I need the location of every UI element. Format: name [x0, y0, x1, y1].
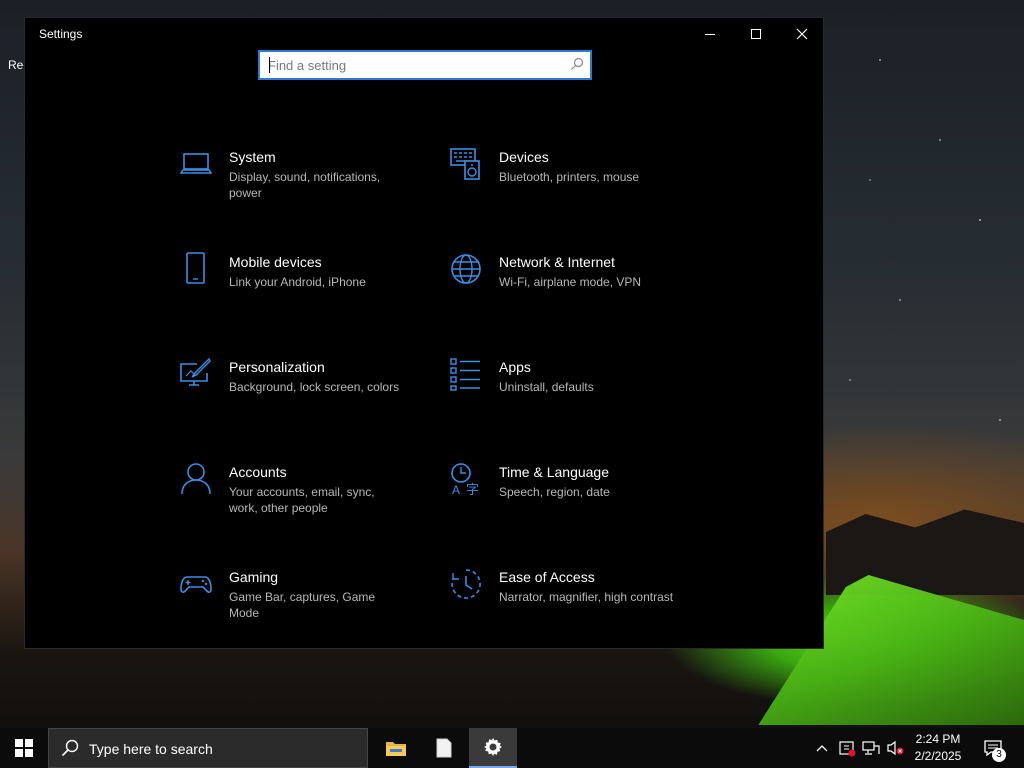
taskbar-search-box[interactable]: Type here to search [48, 728, 368, 768]
settings-category-accounts[interactable]: Accounts Your accounts, email, sync, wor… [179, 462, 419, 532]
folder-icon [386, 742, 406, 756]
category-name: Gaming [229, 569, 279, 585]
security-tray-button[interactable] [836, 728, 858, 768]
taskbar-search-placeholder: Type here to search [89, 741, 213, 757]
settings-search-input[interactable] [268, 56, 558, 74]
windows-logo-icon [15, 739, 33, 757]
settings-window: Settings System Display, sound, notifica… [24, 17, 824, 649]
laptop-icon [179, 153, 213, 174]
category-name: Accounts [229, 464, 287, 480]
category-name: Personalization [229, 359, 325, 375]
gamepad-icon [180, 576, 212, 593]
paintbrush-monitor-icon [180, 357, 211, 386]
category-name: Mobile devices [229, 254, 322, 270]
category-name: Ease of Access [499, 569, 595, 585]
maximize-button[interactable] [733, 18, 779, 50]
notepad-taskbar-button[interactable] [420, 728, 468, 768]
category-name: Apps [499, 359, 531, 375]
category-description: Narrator, magnifier, high contrast [499, 590, 674, 604]
volume-muted-icon [887, 740, 904, 756]
minimize-button[interactable] [687, 18, 733, 50]
network-tray-button[interactable] [860, 728, 882, 768]
settings-category-apps[interactable]: Apps Uninstall, defaults [449, 357, 689, 427]
wallpaper-mountain [826, 509, 1024, 595]
gear-icon [484, 738, 502, 756]
category-name: System [229, 149, 276, 165]
category-description: Link your Android, iPhone [229, 275, 366, 289]
category-description: Bluetooth, printers, mouse [499, 170, 640, 184]
close-button[interactable] [779, 18, 825, 50]
file-explorer-taskbar-button[interactable] [372, 728, 420, 768]
taskbar-clock[interactable]: 2:24 PM 2/2/2025 [906, 731, 970, 765]
ease-of-access-icon [451, 569, 481, 599]
category-description: Wi-Fi, airplane mode, VPN [499, 275, 642, 289]
category-description: Display, sound, notifications, power [229, 170, 381, 200]
close-icon [796, 28, 808, 40]
settings-category-mobile-devices[interactable]: Mobile devices Link your Android, iPhone [179, 252, 419, 322]
category-description: Your accounts, email, sync, work, other … [229, 485, 375, 515]
clock-time: 2:24 PM [915, 732, 961, 746]
settings-category-personalization[interactable]: Personalization Background, lock screen,… [179, 357, 419, 427]
minimize-icon [705, 34, 715, 35]
taskbar: Type here to search 2:24 PM 2/2/2025 3 [0, 728, 1024, 768]
settings-taskbar-button[interactable] [469, 728, 517, 768]
globe-icon [451, 254, 481, 284]
clock-date: 2/2/2025 [914, 749, 962, 763]
category-description: Speech, region, date [499, 485, 610, 499]
document-icon [436, 738, 452, 758]
action-center-button[interactable] [978, 728, 1008, 768]
settings-category-system[interactable]: System Display, sound, notifications, po… [179, 147, 419, 217]
keyboard-speaker-icon [450, 148, 480, 180]
window-title: Settings [39, 27, 83, 41]
settings-category-time-language[interactable]: A 字 Time & Language Speech, region, date [449, 462, 689, 532]
settings-category-network[interactable]: Network & Internet Wi-Fi, airplane mode,… [449, 252, 689, 322]
svg-text:A: A [452, 483, 460, 496]
clock-language-icon: A 字 [451, 463, 479, 496]
apps-list-icon [450, 358, 480, 391]
settings-search-box[interactable] [258, 50, 592, 80]
person-icon [181, 463, 211, 495]
category-name: Devices [499, 149, 549, 165]
category-name: Time & Language [499, 464, 609, 480]
title-bar[interactable]: Settings [25, 18, 823, 50]
network-wired-icon [862, 741, 880, 755]
volume-tray-button[interactable] [884, 728, 906, 768]
category-description: Uninstall, defaults [499, 380, 594, 394]
maximize-icon [751, 29, 761, 39]
phone-icon [186, 252, 205, 284]
start-button[interactable] [0, 728, 48, 768]
category-description: Background, lock screen, colors [229, 380, 400, 394]
search-icon [61, 739, 79, 757]
category-name: Network & Internet [499, 254, 615, 270]
notification-count-badge: 3 [992, 748, 1006, 762]
settings-category-ease-of-access[interactable]: Ease of Access Narrator, magnifier, high… [449, 567, 689, 637]
chevron-up-icon [816, 745, 828, 752]
settings-category-gaming[interactable]: Gaming Game Bar, captures, Game Mode [179, 567, 419, 637]
svg-text:字: 字 [466, 482, 479, 496]
settings-category-devices[interactable]: Devices Bluetooth, printers, mouse [449, 147, 689, 217]
category-description: Game Bar, captures, Game Mode [229, 590, 376, 620]
search-icon[interactable] [570, 57, 584, 71]
show-hidden-icons-button[interactable] [812, 728, 832, 768]
security-alert-icon [839, 741, 856, 757]
text-cursor [269, 57, 270, 73]
